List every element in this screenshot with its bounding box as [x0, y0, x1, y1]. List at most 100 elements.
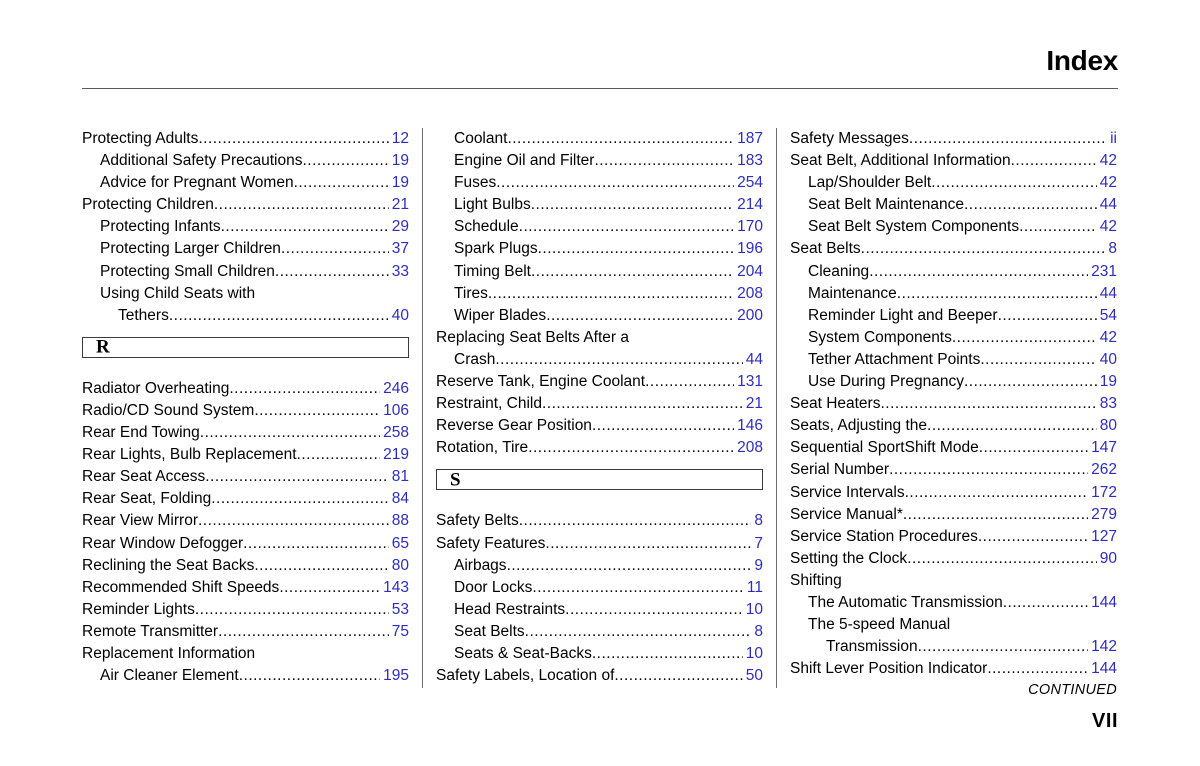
index-entry[interactable]: Rear Seat, Folding......................…: [82, 488, 409, 510]
index-entry[interactable]: Service Station Procedures .............…: [790, 526, 1117, 548]
index-entry-page-number: 40: [391, 306, 409, 324]
index-entry[interactable]: The 5-speed Manual......................…: [790, 614, 1117, 636]
index-entry[interactable]: Service Manual* ........................…: [790, 504, 1117, 526]
index-entry[interactable]: Reverse Gear Position...................…: [436, 415, 763, 437]
letter-section-header: R: [82, 336, 409, 358]
index-entry[interactable]: Fuses...................................…: [436, 172, 763, 194]
index-entry[interactable]: Timing Belt.............................…: [436, 261, 763, 283]
index-entry[interactable]: Replacing Seat Belts After a............…: [436, 327, 763, 349]
index-entry[interactable]: System Components.......................…: [790, 327, 1117, 349]
index-entry[interactable]: Seat Belt Maintenance...................…: [790, 194, 1117, 216]
index-entry-label: Rear End Towing: [82, 424, 200, 442]
index-entry[interactable]: Seat Belts..............................…: [790, 238, 1117, 260]
index-entry[interactable]: Reclining the Seat Backs................…: [82, 555, 409, 577]
index-entry[interactable]: Crash...................................…: [436, 349, 763, 371]
index-entry-label: Protecting Infants: [100, 218, 221, 236]
letter-section-label: S: [450, 469, 461, 491]
index-entry[interactable]: Tethers.................................…: [82, 305, 409, 327]
index-entry-dot-leader: ........................................…: [594, 152, 734, 170]
index-entry[interactable]: Light Bulbs.............................…: [436, 194, 763, 216]
index-entry[interactable]: Protecting Infants......................…: [82, 216, 409, 238]
index-entry-page-number: 106: [383, 401, 409, 419]
index-entry-page-number: 83: [1099, 395, 1117, 413]
index-entry-page-number: 80: [1099, 417, 1117, 435]
index-entry[interactable]: Seats & Seat-Backs......................…: [436, 643, 763, 665]
index-entry[interactable]: Serial Number...........................…: [790, 459, 1117, 481]
column-left: Protecting Adults.......................…: [82, 128, 409, 687]
index-entry[interactable]: Rear End Towing.........................…: [82, 422, 409, 444]
index-entry[interactable]: Remote Transmitter......................…: [82, 621, 409, 643]
index-entry-page-number: 19: [391, 152, 409, 170]
index-entry-page-number: 10: [745, 644, 763, 662]
index-entry[interactable]: Rear Lights, Bulb Replacement...........…: [82, 444, 409, 466]
index-entry-dot-leader: ........................................…: [565, 600, 743, 618]
index-entry[interactable]: Protecting Larger Children..............…: [82, 238, 409, 260]
index-entry[interactable]: Airbags.................................…: [436, 555, 763, 577]
index-entry[interactable]: Replacement Information.................…: [82, 643, 409, 665]
index-entry-label: Seat Belt Maintenance: [808, 196, 964, 214]
index-entry[interactable]: Coolant.................................…: [436, 128, 763, 150]
index-entry[interactable]: Reserve Tank, Engine Coolant............…: [436, 371, 763, 393]
index-entry[interactable]: Radio/CD Sound System...................…: [82, 400, 409, 422]
index-entry[interactable]: Safety Belts............................…: [436, 510, 763, 532]
index-entry[interactable]: Using Child Seats with..................…: [82, 283, 409, 305]
index-entry[interactable]: Maintenance.............................…: [790, 283, 1117, 305]
index-entry[interactable]: Recommended Shift Speeds ...............…: [82, 577, 409, 599]
index-entry-dot-leader: ........................................…: [496, 174, 734, 192]
index-entry[interactable]: Safety Labels, Location of..............…: [436, 665, 763, 687]
index-entry[interactable]: Tether Attachment Points................…: [790, 349, 1117, 371]
index-entry[interactable]: Sequential SportShift Mode .............…: [790, 437, 1117, 459]
index-entry-label: Reserve Tank, Engine Coolant: [436, 373, 646, 391]
index-entry[interactable]: Shift Lever Position Indicator..........…: [790, 658, 1117, 680]
index-entry[interactable]: Engine Oil and Filter...................…: [436, 150, 763, 172]
index-entry-dot-leader: ........................................…: [274, 262, 389, 280]
index-entry[interactable]: Transmission............................…: [790, 636, 1117, 658]
index-entry-dot-leader: ........................................…: [168, 306, 389, 324]
index-entry[interactable]: Rear View Mirror........................…: [82, 510, 409, 532]
index-entry-dot-leader: ........................................…: [254, 556, 389, 574]
index-entry[interactable]: Service Intervals.......................…: [790, 482, 1117, 504]
index-entry[interactable]: Protecting Adults.......................…: [82, 128, 409, 150]
index-entry[interactable]: Use During Pregnancy....................…: [790, 371, 1117, 393]
index-entry-dot-leader: ........................................…: [645, 373, 734, 391]
index-entry[interactable]: Rotation, Tire..........................…: [436, 437, 763, 459]
index-entry[interactable]: Air Cleaner Element.....................…: [82, 665, 409, 687]
index-entry[interactable]: Seat Heaters............................…: [790, 393, 1117, 415]
index-entry[interactable]: Cleaning................................…: [790, 261, 1117, 283]
index-entry[interactable]: Spark Plugs.............................…: [436, 238, 763, 260]
index-entry[interactable]: Advice for Pregnant Women...............…: [82, 172, 409, 194]
index-entry[interactable]: Head Restraints.........................…: [436, 599, 763, 621]
index-entry[interactable]: Schedule................................…: [436, 216, 763, 238]
index-entry[interactable]: Reminder Light and Beeper...............…: [790, 305, 1117, 327]
index-entry[interactable]: Seat Belt System Components.............…: [790, 216, 1117, 238]
index-entry[interactable]: Rear Window Defogger....................…: [82, 533, 409, 555]
index-entry[interactable]: Seat Belts..............................…: [436, 621, 763, 643]
index-entry[interactable]: Restraint, Child........................…: [436, 393, 763, 415]
index-entry[interactable]: Door Locks..............................…: [436, 577, 763, 599]
index-entry[interactable]: Setting the Clock.......................…: [790, 548, 1117, 570]
index-entry[interactable]: Seat Belt, Additional Information.......…: [790, 150, 1117, 172]
index-entry[interactable]: Reminder Lights.........................…: [82, 599, 409, 621]
index-entry-label: Seat Belts: [790, 240, 861, 258]
index-entry-page-number: 21: [745, 395, 763, 413]
index-entry[interactable]: Radiator Overheating....................…: [82, 378, 409, 400]
index-entry[interactable]: Tires...................................…: [436, 283, 763, 305]
index-entry[interactable]: Additional Safety Precautions...........…: [82, 150, 409, 172]
index-entry-label: Seat Belt System Components: [808, 218, 1020, 236]
index-entry[interactable]: Protecting Small Children...............…: [82, 261, 409, 283]
index-entry[interactable]: Protecting Children.....................…: [82, 194, 409, 216]
index-entry[interactable]: Shifting................................…: [790, 570, 1117, 592]
index-entry-dot-leader: ........................................…: [279, 578, 381, 596]
column-divider-rule: [422, 128, 423, 688]
index-entry-label: Cleaning: [808, 262, 870, 280]
index-entry-label: Radio/CD Sound System: [82, 401, 255, 419]
index-entry[interactable]: Safety Features.........................…: [436, 533, 763, 555]
index-entry[interactable]: Wiper Blades............................…: [436, 305, 763, 327]
index-entry[interactable]: Safety Messages.........................…: [790, 128, 1117, 150]
index-entry[interactable]: Rear Seat Access .......................…: [82, 466, 409, 488]
index-entry[interactable]: Seats, Adjusting the....................…: [790, 415, 1117, 437]
index-entry-dot-leader: ........................................…: [518, 512, 752, 530]
index-entry[interactable]: The Automatic Transmission .............…: [790, 592, 1117, 614]
index-entry[interactable]: Lap/Shoulder Belt.......................…: [790, 172, 1117, 194]
index-entry-label: Sequential SportShift Mode: [790, 439, 979, 457]
